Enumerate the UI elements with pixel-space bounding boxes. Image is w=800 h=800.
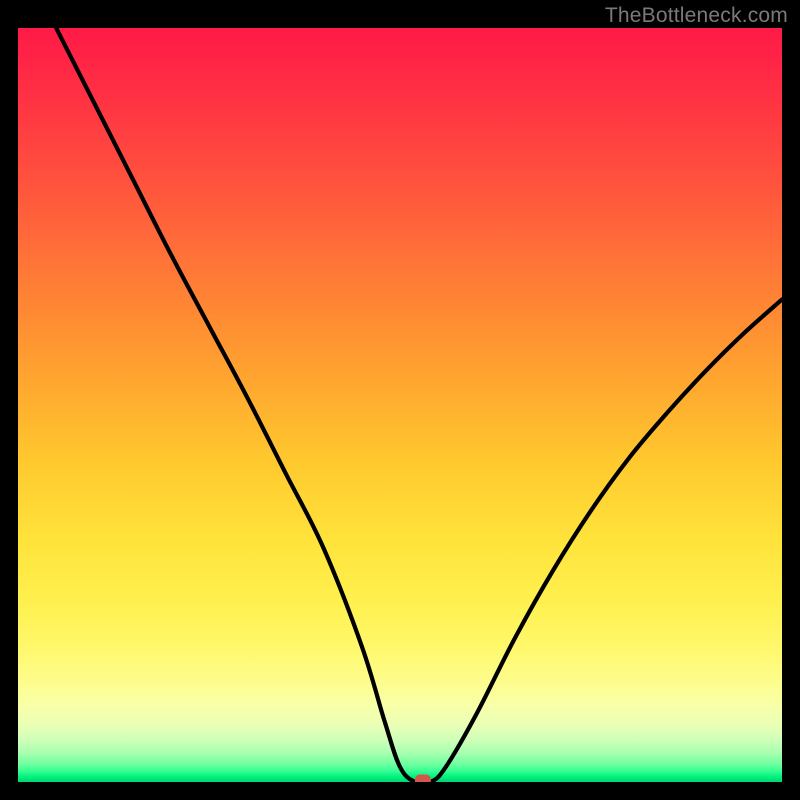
bottleneck-curve xyxy=(56,28,782,782)
curve-svg xyxy=(18,28,782,782)
chart-frame: TheBottleneck.com xyxy=(0,0,800,800)
minimum-marker xyxy=(415,775,431,783)
watermark-text: TheBottleneck.com xyxy=(605,4,788,28)
plot-area xyxy=(18,28,782,782)
